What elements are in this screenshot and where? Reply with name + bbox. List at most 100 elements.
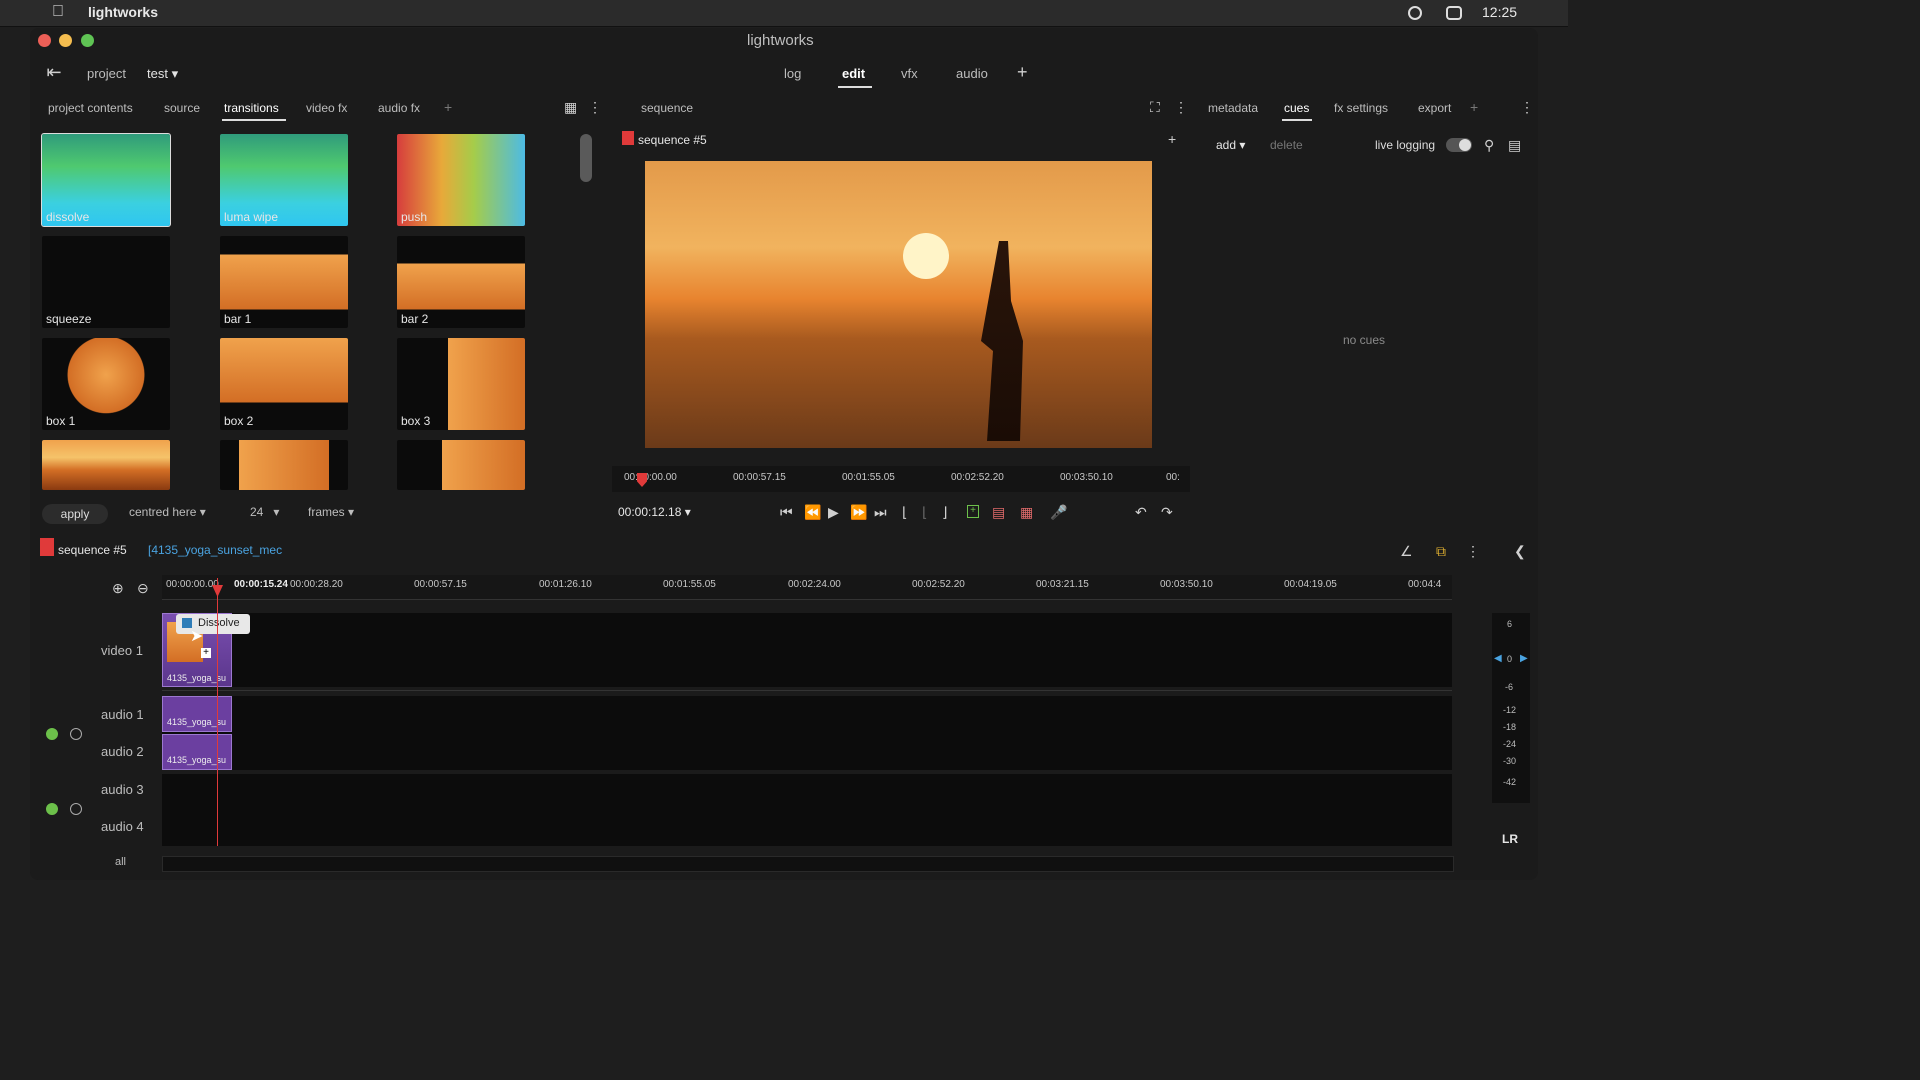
project-dropdown[interactable]: test ▾ [147,66,178,82]
fullscreen-icon[interactable]: ⛶ [1150,99,1160,115]
tab-video-fx[interactable]: video fx [306,101,347,115]
list-view-icon[interactable]: ▤ [1508,137,1521,153]
transitions-scrollbar[interactable] [580,134,592,182]
audio-pair-1-enable-radio[interactable] [46,728,58,740]
tab-audio[interactable]: audio [956,66,988,81]
video-track[interactable] [162,613,1452,687]
transition-bar-2[interactable]: bar 2 [397,236,525,328]
track-label-audio-2[interactable]: audio 2 [101,744,144,759]
tab-log[interactable]: log [784,66,801,81]
track-label-video-1[interactable]: video 1 [101,643,143,658]
timeline-playhead[interactable] [217,578,218,846]
apple-icon[interactable]:  [52,4,64,20]
clear-marks-icon[interactable]: ⌊ [922,504,927,520]
tab-cues[interactable]: cues [1284,101,1309,115]
zoom-out-icon[interactable]: ⊖ [137,580,149,596]
tab-edit[interactable]: edit [842,66,865,81]
transition-box-3[interactable]: box 3 [397,338,525,430]
viewer-ruler-label: 00:00:00.00 [624,472,677,483]
viewer-ruler-label: 00:01:55.05 [842,472,895,483]
audio-pair-2-solo-radio[interactable] [70,803,82,815]
audio-clip[interactable]: 4135_yoga_su [162,734,232,770]
position-dropdown[interactable]: centred here ▾ [129,505,206,519]
zoom-in-icon[interactable]: ⊕ [112,580,124,596]
step-back-icon[interactable]: ⏪ [804,504,821,520]
track-divider [162,690,1452,691]
sync-lock-icon[interactable]: ⧉ [1436,543,1446,559]
search-icon[interactable]: ⚲ [1484,137,1494,153]
audio-levels-icon[interactable]: ∠ [1400,543,1413,559]
timeline-scrollbar[interactable] [162,856,1454,872]
zoom-window-button[interactable] [81,34,94,47]
tab-source[interactable]: source [164,101,200,115]
collapse-panel-icon[interactable]: ❮ [1514,543,1526,559]
minimize-window-button[interactable] [59,34,72,47]
transition-squeeze[interactable]: squeeze [42,236,170,328]
track-label-audio-1[interactable]: audio 1 [101,707,144,722]
meter-tick: 6 [1507,619,1513,629]
remove-icon[interactable]: ▤ [992,504,1005,520]
play-icon[interactable]: ▶ [828,504,839,520]
window-title: lightworks [747,32,814,49]
control-center-icon[interactable] [1446,6,1462,20]
delete-cue-button[interactable]: delete [1270,138,1303,152]
screen-record-icon[interactable] [1408,6,1422,20]
duration-dropdown[interactable]: 24 ▾ [250,505,279,519]
add-cue-dropdown[interactable]: add ▾ [1216,138,1245,152]
timeline-ruler-label: 00:00:57.15 [414,579,467,590]
add-cue-icon[interactable]: + [967,505,979,518]
transition-item[interactable] [397,440,525,490]
mark-out-icon[interactable]: ⌋ [942,504,947,520]
tab-transitions[interactable]: transitions [224,101,279,115]
more-options-icon[interactable]: ⋮ [1520,99,1534,115]
delete-icon[interactable]: ▦ [1020,504,1033,520]
transition-push[interactable]: push [397,134,525,226]
add-panel-tab-icon[interactable]: + [444,99,452,115]
add-icon[interactable]: + [1168,131,1176,147]
more-options-icon[interactable]: ⋮ [1174,99,1188,115]
redo-icon[interactable]: ↷ [1161,504,1173,520]
undo-icon[interactable]: ↶ [1135,504,1147,520]
track-label-audio-4[interactable]: audio 4 [101,819,144,834]
more-options-icon[interactable]: ⋮ [588,99,602,115]
transition-box-2[interactable]: box 2 [220,338,348,430]
viewer-ruler-label: 00: [1166,472,1180,483]
add-panel-tab-icon[interactable]: + [1470,99,1478,115]
tab-vfx[interactable]: vfx [901,66,918,81]
audio-pair-2-enable-radio[interactable] [46,803,58,815]
app-menu-name[interactable]: lightworks [88,4,158,20]
apply-button[interactable]: apply [42,504,108,524]
viewer-ruler-label: 00:03:50.10 [1060,472,1113,483]
live-logging-toggle[interactable] [1446,138,1472,152]
transition-bar-1[interactable]: bar 1 [220,236,348,328]
mark-in-icon[interactable]: ⌊ [902,504,907,520]
timecode-display[interactable]: 00:00:12.18 ▾ [618,505,691,519]
transition-dissolve[interactable]: dissolve [41,133,171,227]
tab-export[interactable]: export [1418,101,1451,115]
tab-audio-fx[interactable]: audio fx [378,101,420,115]
transition-item[interactable] [42,440,170,490]
microphone-icon[interactable]: 🎤 [1050,504,1067,520]
go-to-start-icon[interactable]: ⏮ [780,504,793,520]
track-label-audio-3[interactable]: audio 3 [101,782,144,797]
tab-metadata[interactable]: metadata [1208,101,1258,115]
grid-view-icon[interactable]: ▦ [564,99,577,115]
tab-project-contents[interactable]: project contents [48,101,133,115]
add-tab-icon[interactable]: + [1017,63,1028,81]
audio-track-3-4[interactable] [162,774,1452,846]
track-label-all[interactable]: all [115,856,126,868]
go-to-end-icon[interactable]: ⏭ [874,504,887,520]
step-forward-icon[interactable]: ⏩ [850,504,867,520]
audio-track-1-2[interactable] [162,696,1452,770]
back-arrow-icon[interactable]: ⇤ [42,63,66,81]
tab-fx-settings[interactable]: fx settings [1334,101,1388,115]
transition-luma-wipe[interactable]: luma wipe [220,134,348,226]
transition-item[interactable] [220,440,348,490]
transition-box-1[interactable]: box 1 [42,338,170,430]
sun-image [903,233,949,279]
audio-pair-1-solo-radio[interactable] [70,728,82,740]
unit-dropdown[interactable]: frames ▾ [308,505,354,519]
more-options-icon[interactable]: ⋮ [1466,543,1480,559]
audio-clip[interactable]: 4135_yoga_su [162,696,232,732]
close-window-button[interactable] [38,34,51,47]
